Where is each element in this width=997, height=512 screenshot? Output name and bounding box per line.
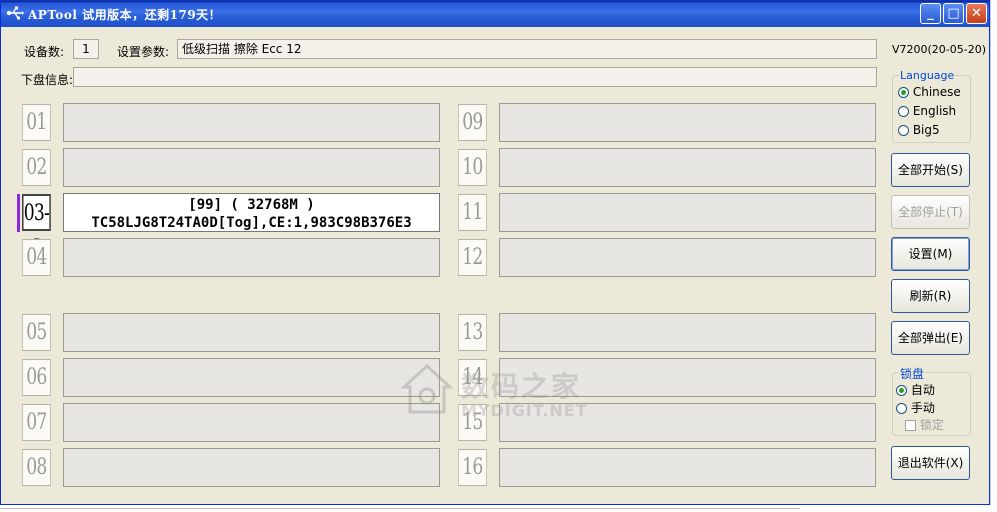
checkbox-icon (905, 420, 916, 431)
slot-12-button[interactable]: 12 (458, 239, 487, 276)
lock-checkbox[interactable]: 锁定 (905, 416, 944, 433)
close-icon: ✕ (971, 6, 982, 21)
disk-info-label: 下盘信息: (21, 73, 74, 87)
lock-group-title: 锁盘 (899, 365, 926, 382)
slot-11-button[interactable]: 11 (458, 194, 487, 231)
close-button[interactable]: ✕ (966, 3, 987, 24)
watermark-cn: 数码之家 (461, 370, 582, 403)
language-group: Language Chinese English Big5 (892, 69, 971, 143)
lock-manual-label: 手动 (910, 401, 935, 415)
main-area: 设备数: 1 设置参数: 低级扫描 擦除 Ecc 12 V7200(20-05-… (1, 27, 989, 504)
settings-field: 低级扫描 擦除 Ecc 12 (177, 39, 877, 59)
slot-16-button[interactable]: 16 (458, 449, 487, 486)
background-edge (990, 0, 997, 512)
slot-05-button[interactable]: 05 (22, 314, 51, 351)
radio-selected-icon (896, 385, 907, 396)
eject-all-button[interactable]: 全部弹出(E) (891, 321, 970, 355)
slot-03-flash-id: TC58LJG8T24TA0D[Tog],CE:1,983C98B376E3 (91, 215, 412, 231)
slot-08-status (63, 448, 440, 487)
slot-13-status (499, 313, 876, 352)
watermark-en: MYDIGIT.NET (461, 401, 588, 420)
device-count-label: 设备数: (24, 45, 65, 59)
slot-03-button[interactable]: 03-I (22, 194, 51, 261)
lock-group: 锁盘 自动 手动 锁定 (892, 365, 971, 436)
language-option-big5[interactable]: Big5 (898, 123, 940, 137)
minimize-button[interactable]: _ (920, 3, 941, 24)
minimize-icon: _ (927, 6, 934, 21)
language-english-label: English (912, 104, 957, 118)
slot-10-button[interactable]: 10 (458, 149, 487, 186)
language-option-chinese[interactable]: Chinese (898, 85, 961, 99)
language-big5-label: Big5 (912, 123, 940, 137)
slot-07-status (63, 403, 440, 442)
language-option-english[interactable]: English (898, 104, 956, 118)
maximize-icon: □ (947, 6, 960, 21)
lock-option-manual[interactable]: 手动 (896, 399, 935, 416)
slot-06-button[interactable]: 06 (22, 359, 51, 396)
slot-12-status (499, 238, 876, 277)
slot-13-button[interactable]: 13 (458, 314, 487, 351)
version-label: V7200(20-05-20) (892, 43, 987, 56)
slot-09-status (499, 103, 876, 142)
title-bar[interactable]: APTool 试用版本，还剩179天！ _ □ ✕ (1, 1, 989, 27)
disk-info-field (73, 67, 877, 87)
language-chinese-label: Chinese (912, 85, 961, 99)
slot-16-status (499, 448, 876, 487)
settings-label: 设置参数: (117, 45, 170, 59)
lock-checkbox-label: 锁定 (919, 418, 944, 432)
slot-09-button[interactable]: 09 (458, 104, 487, 141)
slot-04-status (63, 238, 440, 277)
slot-04-button[interactable]: 04 (22, 239, 51, 276)
slot-02-button[interactable]: 02 (22, 149, 51, 186)
slot-03-status: [99] ( 32768M ) TC58LJG8T24TA0D[Tog],CE:… (63, 193, 440, 232)
slot-06-status (63, 358, 440, 397)
slot-07-button[interactable]: 07 (22, 404, 51, 441)
active-slot-indicator (17, 194, 20, 232)
slot-03-capacity: [99] ( 32768M ) (188, 197, 315, 213)
slot-01-status (63, 103, 440, 142)
slot-05-status (63, 313, 440, 352)
slot-01-button[interactable]: 01 (22, 104, 51, 141)
maximize-button[interactable]: □ (943, 3, 964, 24)
usb-icon (6, 6, 24, 20)
slot-08-button[interactable]: 08 (22, 449, 51, 486)
radio-icon (898, 125, 909, 136)
settings-button[interactable]: 设置(M) (891, 237, 970, 271)
stop-all-button[interactable]: 全部停止(T) (891, 195, 970, 229)
refresh-button[interactable]: 刷新(R) (891, 279, 970, 313)
radio-icon (896, 403, 907, 414)
window-title: APTool 试用版本，还剩179天！ (28, 8, 222, 22)
device-count-field: 1 (73, 39, 99, 59)
lock-option-auto[interactable]: 自动 (896, 381, 935, 398)
start-all-button[interactable]: 全部开始(S) (891, 153, 970, 187)
exit-button[interactable]: 退出软件(X) (891, 446, 970, 480)
lock-auto-label: 自动 (910, 383, 935, 397)
language-group-title: Language (899, 69, 956, 82)
slot-11-status (499, 193, 876, 232)
slot-02-status (63, 148, 440, 187)
slot-10-status (499, 148, 876, 187)
radio-icon (898, 106, 909, 117)
watermark-house-logo (401, 363, 453, 414)
app-window: APTool 试用版本，还剩179天！ _ □ ✕ 设备数: 1 设置参数: 低… (0, 0, 990, 505)
background-line (0, 508, 800, 509)
radio-selected-icon (898, 87, 909, 98)
